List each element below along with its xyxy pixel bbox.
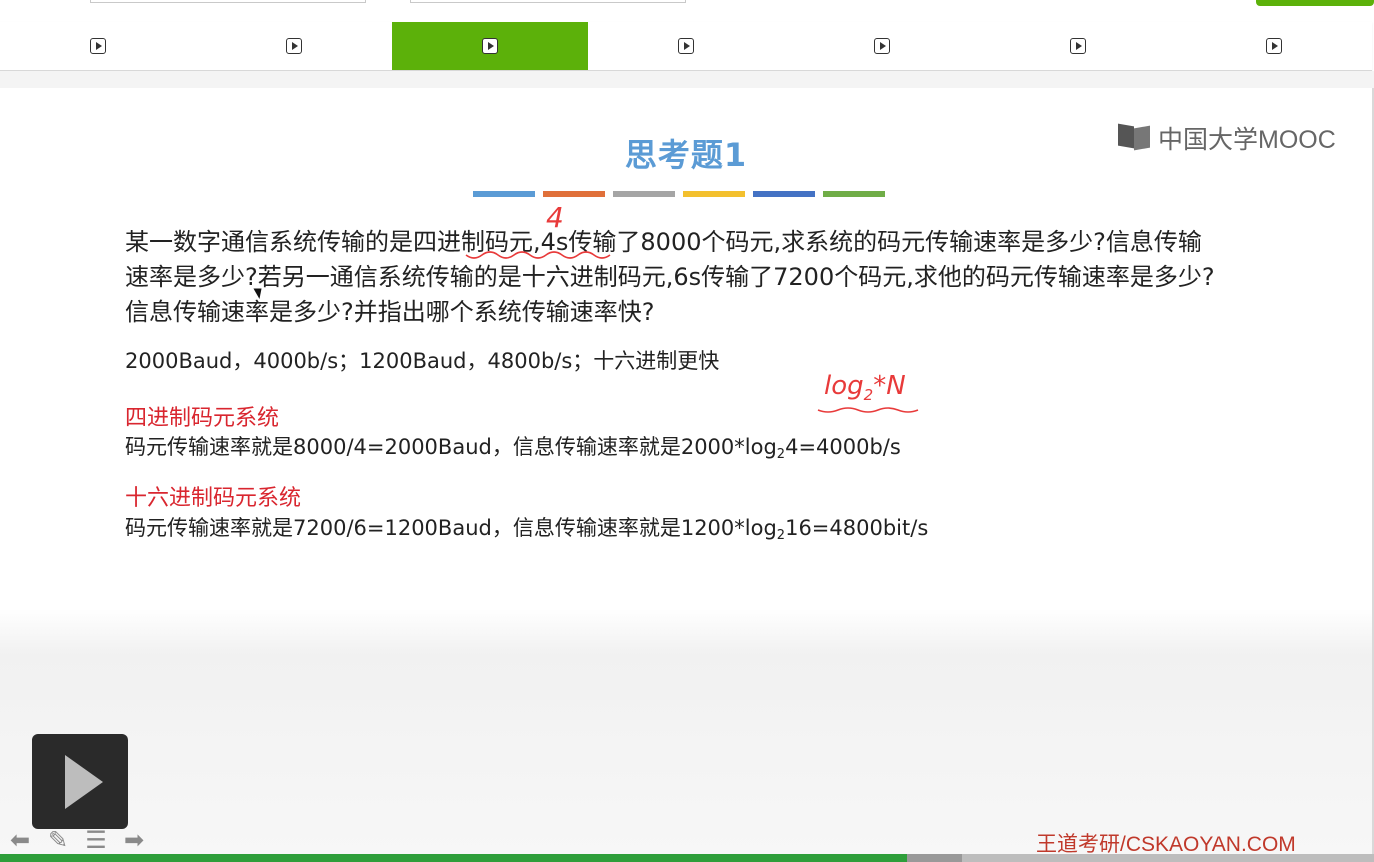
lesson-tab-3-active[interactable] (392, 22, 588, 70)
notes-icon[interactable]: ☰ (82, 826, 110, 854)
lesson-tab-5[interactable] (784, 22, 980, 70)
progress-played (0, 854, 907, 862)
pen-icon[interactable]: ✎ (44, 826, 72, 854)
handwriting-annotations: 4 log2*N (465, 201, 919, 413)
answer-text: 2000Baud，4000b/s；1200Baud，4800b/s；十六进制更快 (125, 349, 720, 373)
lesson-tab-6[interactable] (980, 22, 1176, 70)
top-input-left[interactable] (90, 0, 366, 3)
play-icon (1070, 38, 1086, 54)
color-bar-4 (683, 191, 745, 197)
top-bar (0, 0, 1374, 20)
question-text: 某一数字通信系统传输的是四进制码元,4s传输了8000个码元,求系统的码元传输速… (125, 225, 1225, 330)
slide-title: 思考题1 (624, 136, 748, 174)
spacer (0, 71, 1374, 88)
top-action-button[interactable] (1256, 0, 1374, 6)
top-input-right[interactable] (410, 0, 686, 3)
progress-buffered (906, 854, 962, 862)
section-2-line: 码元传输速率就是7200/6=1200Baud，信息传输速率就是1200*log… (125, 512, 928, 543)
arrow-left-icon[interactable]: ⬅ (6, 826, 34, 854)
color-bar-2 (543, 191, 605, 197)
video-slide[interactable]: 中国大学MOOC 思考题1 某一数字通信系统传输的是四进制码元,4s传输了800… (0, 88, 1374, 854)
color-bar-5 (753, 191, 815, 197)
annotation-log: log2*N (824, 371, 906, 404)
title-color-bars (473, 191, 885, 197)
section-1-line: 码元传输速率就是8000/4=2000Baud，信息传输速率就是2000*log… (125, 431, 901, 462)
play-button[interactable] (32, 734, 128, 829)
section-2-sub: 2 (776, 528, 786, 543)
play-icon (678, 38, 694, 54)
arrow-right-icon[interactable]: ➡ (120, 826, 148, 854)
annotation-toolbar: ⬅ ✎ ☰ ➡ (6, 826, 148, 854)
lesson-tab-2[interactable] (196, 22, 392, 70)
section-2-title: 十六进制码元系统 (125, 486, 302, 511)
play-icon (1266, 38, 1282, 54)
play-icon (65, 754, 103, 809)
color-bar-6 (823, 191, 885, 197)
play-icon (482, 38, 498, 54)
play-icon (874, 38, 890, 54)
annotation-log-underline (817, 407, 919, 413)
section-1-text-a: 码元传输速率就是8000/4=2000Baud，信息传输速率就是2000*log (125, 435, 777, 459)
color-bar-3 (613, 191, 675, 197)
lesson-tab-4[interactable] (588, 22, 784, 70)
play-icon (90, 38, 106, 54)
lesson-tab-strip (0, 22, 1372, 71)
section-1-sub: 2 (776, 447, 786, 462)
section-2-text-b: 16=4800bit/s (785, 516, 929, 540)
video-progress-bar[interactable] (0, 854, 1374, 862)
section-2-text-a: 码元传输速率就是7200/6=1200Baud，信息传输速率就是1200*log (125, 516, 777, 540)
question-underlined: 四进制码元 (413, 228, 533, 256)
section-1-title: 四进制码元系统 (125, 406, 280, 431)
play-icon (286, 38, 302, 54)
color-bar-1 (473, 191, 535, 197)
question-part-1: 某一数字通信系统传输的是 (125, 228, 413, 256)
lesson-tab-1[interactable] (0, 22, 196, 70)
lesson-tab-7[interactable] (1176, 22, 1372, 70)
section-1-text-b: 4=4000b/s (785, 435, 901, 459)
